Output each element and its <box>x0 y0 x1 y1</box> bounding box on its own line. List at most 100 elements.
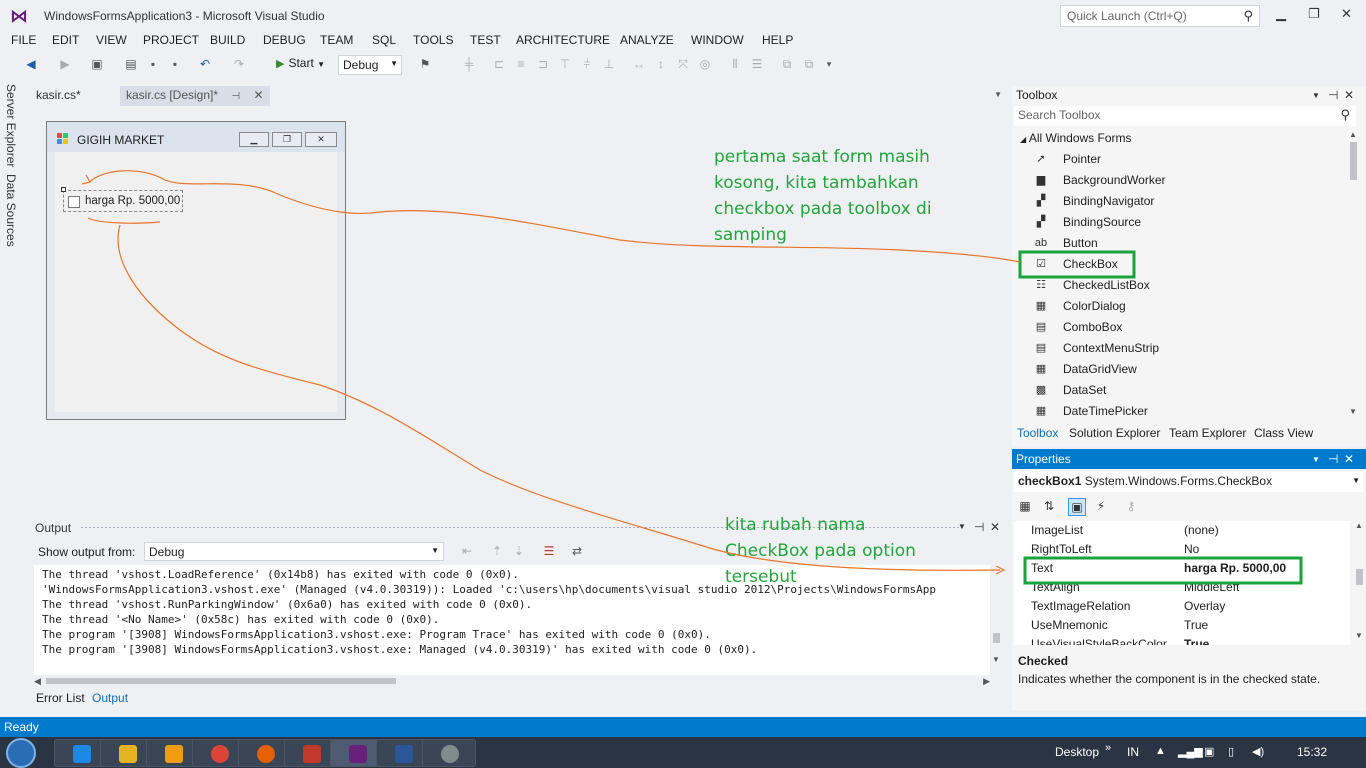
toolbox-item-contextmenustrip[interactable]: ▤ ContextMenuStrip <box>1030 338 1340 358</box>
solution-configuration-select[interactable]: Debug ▼ <box>338 55 402 75</box>
tab-class-view[interactable]: Class View <box>1254 426 1313 440</box>
toolbox-item-datetimepicker[interactable]: ▦ DateTimePicker <box>1030 401 1340 421</box>
toolbox-item-dataset[interactable]: ▩ DataSet <box>1030 380 1340 400</box>
events-icon[interactable]: ⚡ <box>1092 498 1110 516</box>
find-icon[interactable]: ⚑ <box>418 57 432 71</box>
send-to-back-icon[interactable]: ⧉ <box>802 57 816 71</box>
property-pages-icon[interactable]: ⚷ <box>1122 498 1140 516</box>
undo-icon[interactable]: ↶ <box>198 57 212 71</box>
maximize-button[interactable]: ❐ <box>1308 6 1320 22</box>
toolbox-item-combobox[interactable]: ▤ ComboBox <box>1030 317 1340 337</box>
form-close-button[interactable]: ✕ <box>305 132 337 147</box>
open-file-icon[interactable]: ▤ <box>124 57 138 71</box>
alphabetical-icon[interactable]: ⇅ <box>1040 498 1058 516</box>
toolbox-item-bindingsource[interactable]: ▞ BindingSource <box>1030 212 1340 232</box>
property-row-text[interactable]: Text harga Rp. 5000,00 <box>1014 559 1350 578</box>
scroll-right-icon[interactable]: ▶ <box>983 676 990 687</box>
redo-icon[interactable]: ↷ <box>232 57 246 71</box>
close-icon[interactable]: ✕ <box>1344 88 1354 102</box>
snap-to-grid-icon[interactable]: ╪ <box>462 57 476 71</box>
signal-icon[interactable]: ▂▄▆ <box>1178 745 1203 758</box>
property-value[interactable]: (none) <box>1184 523 1219 537</box>
make-same-size-icon[interactable]: ◎ <box>698 57 712 71</box>
scroll-thumb[interactable] <box>46 678 396 684</box>
scroll-down-icon[interactable]: ▼ <box>992 655 1000 664</box>
scroll-down-icon[interactable]: ▼ <box>1349 407 1357 416</box>
show-output-from-select[interactable]: Debug ▼ <box>144 542 444 561</box>
menu-window[interactable]: WINDOW <box>691 33 744 47</box>
property-value[interactable]: True <box>1184 618 1208 632</box>
toolbox-item-datagridview[interactable]: ▦ DataGridView <box>1030 359 1340 379</box>
panel-dropdown-icon[interactable]: ▼ <box>1312 91 1320 100</box>
align-lefts-icon[interactable]: ⊏ <box>492 57 506 71</box>
align-middles-icon[interactable]: ⫩ <box>580 57 594 71</box>
menu-tools[interactable]: TOOLS <box>413 33 453 47</box>
chevron-right-icon[interactable]: » <box>1105 742 1111 754</box>
form-minimize-button[interactable]: ▁ <box>239 132 269 147</box>
volume-icon[interactable]: ◀) <box>1252 745 1264 758</box>
scroll-left-icon[interactable]: ◀ <box>34 676 41 687</box>
clock[interactable]: 15:32 <box>1297 745 1327 759</box>
close-icon[interactable]: ✕ <box>1344 452 1354 466</box>
tab-error-list[interactable]: Error List <box>36 691 85 705</box>
property-row[interactable]: UseVisualStyleBackColor True <box>1014 635 1350 645</box>
toolbox-item-colordialog[interactable]: ▦ ColorDialog <box>1030 296 1340 316</box>
make-same-width-icon[interactable]: ↔ <box>632 57 646 71</box>
menu-sql[interactable]: SQL <box>372 33 396 47</box>
size-to-grid-icon[interactable]: ⤧ <box>676 57 690 71</box>
menu-view[interactable]: VIEW <box>96 33 127 47</box>
data-sources-tab[interactable]: Data Sources <box>4 174 18 247</box>
toolbar-options-icon[interactable]: ▾ <box>822 57 836 71</box>
form-client-area[interactable]: harga Rp. 5000,00 <box>55 152 337 412</box>
toolbox-search-input[interactable]: Search Toolbox ⚲ <box>1014 106 1356 126</box>
panel-dropdown-icon[interactable]: ▼ <box>958 522 966 531</box>
find-message-icon[interactable]: ⇤ <box>460 544 474 558</box>
property-row[interactable]: UseMnemonic True <box>1014 616 1350 635</box>
save-icon[interactable]: ▪ <box>146 57 160 71</box>
tab-team-explorer[interactable]: Team Explorer <box>1169 426 1246 440</box>
form-designer-surface[interactable]: GIGIH MARKET ▁ ❐ ✕ harga Rp. 5000,00 per… <box>30 106 1006 512</box>
show-hidden-icons-icon[interactable]: ▲ <box>1155 745 1166 757</box>
server-explorer-tab[interactable]: Server Explorer <box>4 84 18 167</box>
property-value[interactable]: True <box>1184 637 1209 645</box>
property-row[interactable]: RightToLeft No <box>1014 540 1350 559</box>
scroll-thumb[interactable] <box>1356 569 1363 585</box>
properties-icon[interactable]: ▣ <box>1068 498 1086 516</box>
language-indicator[interactable]: IN <box>1127 745 1139 759</box>
property-row[interactable]: ImageList (none) <box>1014 521 1350 540</box>
close-icon[interactable]: ✕ <box>990 520 1000 534</box>
menu-edit[interactable]: EDIT <box>52 33 79 47</box>
tab-output[interactable]: Output <box>92 691 128 705</box>
forward-icon[interactable]: ▶ <box>58 57 72 71</box>
property-value[interactable]: MiddleLeft <box>1184 580 1239 594</box>
minimize-button[interactable]: ▁ <box>1276 6 1286 22</box>
tab-dropdown-icon[interactable]: ▼ <box>994 90 1002 99</box>
tab-kasir-design[interactable]: kasir.cs [Design]* ⊣ ✕ <box>120 86 270 106</box>
menu-team[interactable]: TEAM <box>320 33 353 47</box>
toolbox-item-pointer[interactable]: ➚ Pointer <box>1030 149 1340 169</box>
back-icon[interactable]: ◀ <box>24 57 38 71</box>
windows-start-button[interactable] <box>6 738 36 768</box>
start-debugging-button[interactable]: ▶ Start ▼ <box>276 56 325 70</box>
menu-architecture[interactable]: ARCHITECTURE <box>516 33 610 47</box>
tab-kasir-cs[interactable]: kasir.cs* <box>30 86 87 106</box>
output-horizontal-scrollbar[interactable]: ◀ ▶ <box>34 675 990 687</box>
checkbox-square[interactable] <box>68 196 80 208</box>
pin-icon[interactable]: ⊣ <box>231 91 240 102</box>
toolbox-item-bindingnavigator[interactable]: ▞ BindingNavigator <box>1030 191 1340 211</box>
menu-analyze[interactable]: ANALYZE <box>620 33 674 47</box>
bring-to-front-icon[interactable]: ⧉ <box>780 57 794 71</box>
close-button[interactable]: ✕ <box>1341 6 1352 22</box>
selection-handle[interactable] <box>61 187 66 192</box>
toolbox-item-backgroundworker[interactable]: ▆ BackgroundWorker <box>1030 170 1340 190</box>
toolbox-item-checkbox[interactable]: ☑ CheckBox <box>1030 254 1340 274</box>
save-all-icon[interactable]: ▪ <box>168 57 182 71</box>
property-value[interactable]: Overlay <box>1184 599 1225 613</box>
pin-icon[interactable]: ⊣ <box>1328 88 1338 102</box>
form-maximize-button[interactable]: ❐ <box>272 132 302 147</box>
make-same-height-icon[interactable]: ↕ <box>654 57 668 71</box>
property-value[interactable]: harga Rp. 5000,00 <box>1184 561 1286 575</box>
toolbox-scrollbar[interactable]: ▲ ▼ <box>1346 130 1360 420</box>
scroll-up-icon[interactable]: ▲ <box>1355 521 1363 530</box>
tab-solution-explorer[interactable]: Solution Explorer <box>1069 426 1160 440</box>
